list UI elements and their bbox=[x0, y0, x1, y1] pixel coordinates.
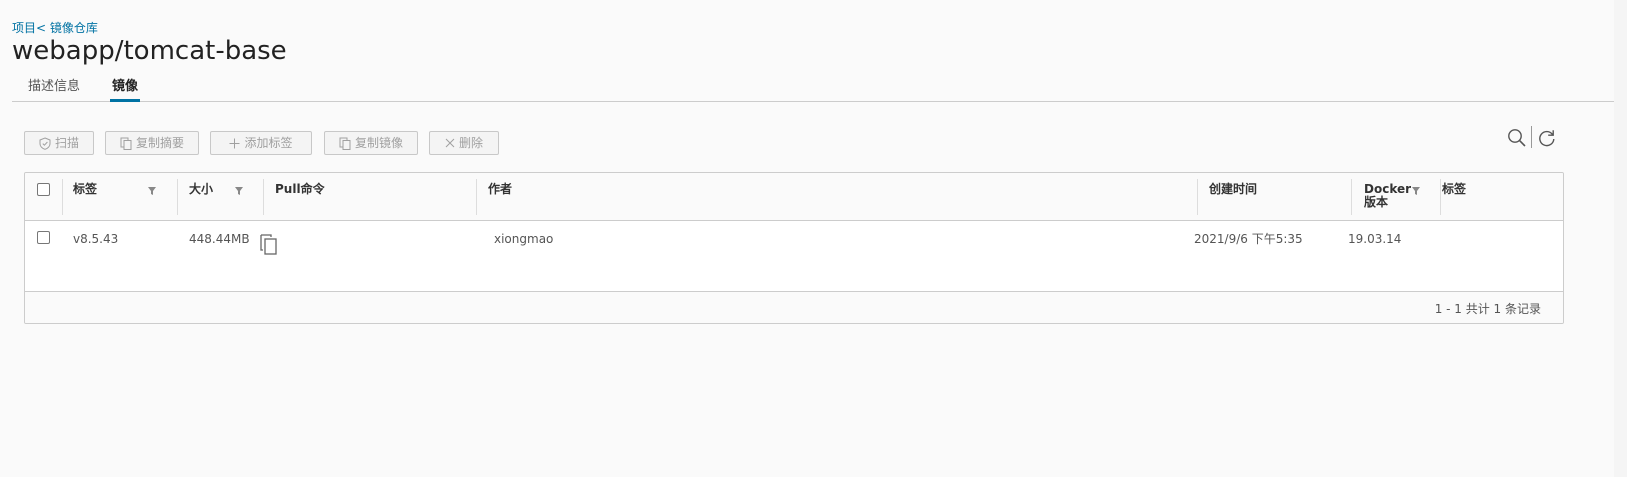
copy-digest-button[interactable]: 复制摘要 bbox=[105, 131, 199, 155]
datagrid-footer: 1 - 1 共计 1 条记录 bbox=[25, 291, 1563, 323]
column-separator bbox=[1197, 179, 1198, 215]
tab-description[interactable]: 描述信息 bbox=[28, 78, 80, 96]
filter-icon[interactable] bbox=[234, 186, 244, 196]
copy-image-button-label: 复制镜像 bbox=[354, 136, 403, 150]
refresh-icon bbox=[1539, 130, 1555, 147]
filter-icon[interactable] bbox=[1411, 186, 1421, 196]
copy-digest-button-label: 复制摘要 bbox=[135, 136, 184, 150]
breadcrumb-project-link[interactable]: 项目 bbox=[12, 21, 36, 35]
add-label-button[interactable]: 添加标签 bbox=[210, 131, 312, 155]
refresh-button[interactable] bbox=[1537, 128, 1557, 148]
row-tag-link[interactable]: v8.5.43 bbox=[73, 232, 118, 246]
delete-button-label: 删除 bbox=[458, 136, 483, 150]
column-header-created-time[interactable]: 创建时间 bbox=[1209, 183, 1257, 196]
row-select-checkbox[interactable] bbox=[37, 231, 50, 244]
column-header-size[interactable]: 大小 bbox=[189, 183, 213, 196]
copy-icon bbox=[260, 234, 277, 255]
search-icon bbox=[1508, 129, 1526, 147]
search-button[interactable] bbox=[1507, 128, 1527, 148]
add-label-button-label: 添加标签 bbox=[244, 136, 293, 150]
copy-icon bbox=[339, 137, 351, 150]
scan-button[interactable]: 扫描 bbox=[24, 131, 94, 155]
datagrid-header: 标签 大小 Pull命令 作者 创建时间 Docker 版本 标签 bbox=[25, 173, 1563, 221]
copy-icon bbox=[120, 137, 132, 150]
plus-icon bbox=[229, 138, 240, 148]
column-separator bbox=[263, 179, 264, 215]
column-separator bbox=[476, 179, 477, 215]
breadcrumb-separator: < bbox=[36, 21, 47, 35]
column-header-pull-command[interactable]: Pull命令 bbox=[275, 183, 325, 196]
scrollbar-track[interactable] bbox=[1614, 0, 1627, 477]
column-separator bbox=[1351, 179, 1352, 215]
breadcrumb-repository-link[interactable]: 镜像仓库 bbox=[50, 21, 98, 35]
row-author: xiongmao bbox=[494, 232, 554, 246]
column-separator bbox=[1440, 179, 1441, 215]
column-header-docker-line2: 版本 bbox=[1364, 195, 1389, 209]
copy-pull-command-button[interactable] bbox=[258, 232, 280, 256]
column-header-labels[interactable]: 标签 bbox=[1442, 183, 1466, 196]
column-header-tag[interactable]: 标签 bbox=[73, 183, 97, 196]
column-separator bbox=[62, 179, 63, 215]
filter-icon[interactable] bbox=[147, 186, 157, 196]
row-size: 448.44MB bbox=[189, 232, 250, 246]
column-header-author[interactable]: 作者 bbox=[488, 183, 512, 196]
tab-bar: 描述信息 镜像 bbox=[12, 76, 1624, 102]
row-docker-version: 19.03.14 bbox=[1348, 232, 1402, 246]
image-datagrid: 标签 大小 Pull命令 作者 创建时间 Docker 版本 标签 v8.5.4… bbox=[24, 172, 1564, 324]
column-header-docker-version[interactable]: Docker 版本 bbox=[1364, 183, 1411, 209]
delete-button[interactable]: 删除 bbox=[429, 131, 499, 155]
column-separator bbox=[177, 179, 178, 215]
pagination-summary: 1 - 1 共计 1 条记录 bbox=[1434, 302, 1541, 316]
tab-images[interactable]: 镜像 bbox=[109, 78, 141, 102]
copy-image-button[interactable]: 复制镜像 bbox=[324, 131, 418, 155]
select-all-checkbox[interactable] bbox=[37, 183, 50, 196]
shield-icon bbox=[39, 136, 51, 150]
scan-button-label: 扫描 bbox=[54, 136, 79, 150]
toolbar-divider bbox=[1531, 126, 1532, 148]
page: 项目< 镜像仓库 webapp/tomcat-base 描述信息 镜像 扫描 复… bbox=[0, 0, 1627, 477]
close-icon bbox=[445, 138, 455, 148]
row-created-time: 2021/9/6 下午5:35 bbox=[1194, 232, 1303, 246]
page-title: webapp/tomcat-base bbox=[12, 36, 287, 66]
